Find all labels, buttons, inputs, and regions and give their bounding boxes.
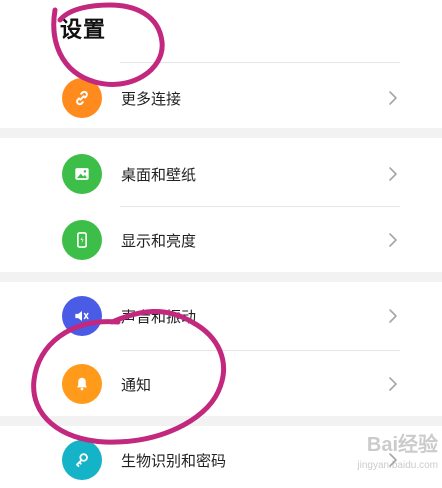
settings-item-label: 桌面和壁纸 <box>121 166 197 184</box>
settings-item-label: 显示和亮度 <box>121 232 197 250</box>
link-icon <box>62 78 102 118</box>
section-gap <box>0 272 442 282</box>
chevron-right-icon <box>386 231 400 249</box>
chevron-right-icon <box>386 375 400 393</box>
settings-item-biometrics-password[interactable]: 生物识别和密码 <box>0 432 442 488</box>
settings-item-sound-vibration[interactable]: 声音和振动 <box>0 288 442 344</box>
chevron-right-icon <box>386 89 400 107</box>
speaker-icon <box>62 296 102 336</box>
chevron-right-icon <box>386 165 400 183</box>
section-gap <box>0 128 442 138</box>
settings-item-display-brightness[interactable]: 显示和亮度 <box>0 212 442 268</box>
settings-page: 设置 更多连接 桌面和壁纸 显示和亮度 声音和振动 通知 生物识别和密码 Bai… <box>0 0 442 480</box>
bell-icon <box>62 364 102 404</box>
chevron-right-icon <box>386 451 400 469</box>
settings-item-more-connections[interactable]: 更多连接 <box>0 70 442 126</box>
settings-item-desktop-wallpaper[interactable]: 桌面和壁纸 <box>0 146 442 202</box>
section-gap <box>0 416 442 426</box>
phone-brightness-icon <box>62 220 102 260</box>
settings-item-label: 通知 <box>121 376 152 394</box>
image-icon <box>62 154 102 194</box>
divider <box>120 206 400 207</box>
divider <box>120 62 400 63</box>
key-icon <box>62 440 102 480</box>
settings-item-label: 声音和振动 <box>121 308 197 326</box>
page-title: 设置 <box>60 18 107 43</box>
divider <box>120 350 400 351</box>
settings-item-label: 生物识别和密码 <box>121 452 227 470</box>
settings-item-label: 更多连接 <box>121 90 182 108</box>
settings-item-notifications[interactable]: 通知 <box>0 356 442 412</box>
chevron-right-icon <box>386 307 400 325</box>
